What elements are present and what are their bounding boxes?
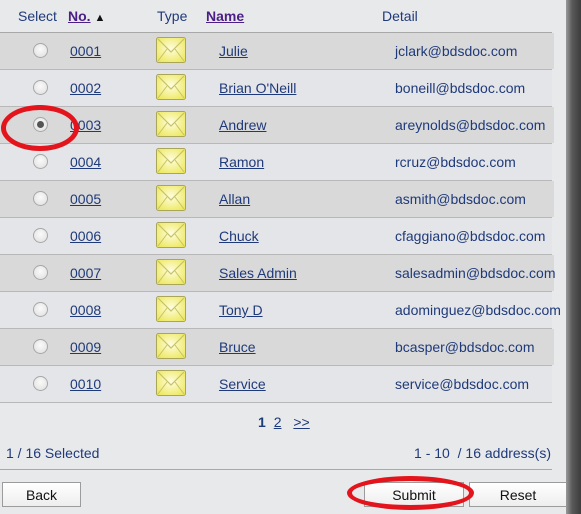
- row-shade: [552, 33, 554, 69]
- envelope-icon: [156, 74, 186, 100]
- entry-number-link[interactable]: 0006: [70, 228, 101, 244]
- select-radio[interactable]: [33, 302, 48, 317]
- entry-number-link[interactable]: 0009: [70, 339, 101, 355]
- entry-email: service@bdsdoc.com: [395, 376, 530, 392]
- address-list-panel: Select No. ▲ Type Name Detail 0001 Julie j…: [0, 0, 567, 514]
- select-radio[interactable]: [33, 43, 48, 58]
- envelope-icon: [156, 259, 186, 285]
- entry-email: salesadmin@bdsdoc.com: [395, 265, 556, 281]
- select-radio[interactable]: [33, 117, 48, 132]
- footer-divider: [0, 469, 552, 470]
- entry-number-link[interactable]: 0010: [70, 376, 101, 392]
- entry-name-link[interactable]: Tony D: [219, 302, 263, 318]
- entry-number-link[interactable]: 0005: [70, 191, 101, 207]
- select-radio[interactable]: [33, 191, 48, 206]
- entry-email: asmith@bdsdoc.com: [395, 191, 526, 207]
- select-radio[interactable]: [33, 80, 48, 95]
- sort-link-no[interactable]: No.: [68, 8, 91, 24]
- entry-email: rcruz@bdsdoc.com: [395, 154, 516, 170]
- entry-email: cfaggiano@bdsdoc.com: [395, 228, 546, 244]
- selected-count: 1 / 16 Selected: [6, 445, 100, 461]
- column-header-select: Select: [18, 8, 57, 24]
- select-radio[interactable]: [33, 376, 48, 391]
- entry-name-link[interactable]: Ramon: [219, 154, 264, 170]
- column-header-no[interactable]: No. ▲: [68, 8, 105, 24]
- select-radio[interactable]: [33, 154, 48, 169]
- table-row[interactable]: 0001 Julie jclark@bdsdoc.com: [0, 33, 554, 70]
- table-row[interactable]: 0010 Service service@bdsdoc.com: [0, 366, 552, 403]
- table-row[interactable]: 0005 Allan asmith@bdsdoc.com: [0, 181, 554, 218]
- entry-name-link[interactable]: Chuck: [219, 228, 259, 244]
- entry-name-link[interactable]: Julie: [219, 43, 248, 59]
- select-radio[interactable]: [33, 228, 48, 243]
- entry-name-link[interactable]: Sales Admin: [219, 265, 297, 281]
- envelope-icon: [156, 222, 186, 248]
- row-shade: [552, 107, 554, 143]
- back-button[interactable]: Back: [2, 482, 81, 507]
- entry-email: bcasper@bdsdoc.com: [395, 339, 535, 355]
- submit-button[interactable]: Submit: [364, 482, 464, 507]
- entry-name-link[interactable]: Allan: [219, 191, 250, 207]
- entry-number-link[interactable]: 0008: [70, 302, 101, 318]
- column-header-type: Type: [157, 8, 188, 24]
- select-radio[interactable]: [33, 339, 48, 354]
- next-page-link[interactable]: >>: [293, 414, 309, 430]
- address-table-body: 0001 Julie jclark@bdsdoc.com 0002 Brian O'Ne…: [0, 33, 561, 403]
- entry-name-link[interactable]: Andrew: [219, 117, 266, 133]
- table-row[interactable]: 0009 Bruce bcasper@bdsdoc.com: [0, 329, 554, 366]
- entry-number-link[interactable]: 0007: [70, 265, 101, 281]
- table-row[interactable]: 0008 Tony D adominguez@bdsdoc.com: [0, 292, 561, 329]
- table-row[interactable]: 0002 Brian O'Neill boneill@bdsdoc.com: [0, 70, 552, 107]
- entry-name-link[interactable]: Brian O'Neill: [219, 80, 296, 96]
- entry-email: jclark@bdsdoc.com: [395, 43, 518, 59]
- envelope-icon: [156, 185, 186, 211]
- envelope-icon: [156, 148, 186, 174]
- envelope-icon: [156, 37, 186, 63]
- entry-number-link[interactable]: 0003: [70, 117, 101, 133]
- table-row[interactable]: 0006 Chuck cfaggiano@bdsdoc.com: [0, 218, 552, 255]
- entry-email: adominguez@bdsdoc.com: [395, 302, 561, 318]
- select-radio[interactable]: [33, 265, 48, 280]
- column-header-detail: Detail: [382, 8, 418, 24]
- table-header: Select No. ▲ Type Name Detail: [0, 0, 566, 32]
- envelope-icon: [156, 296, 186, 322]
- page-current: 1: [258, 414, 266, 430]
- row-shade: [552, 329, 554, 365]
- pagination: 1 2 >>: [258, 414, 310, 430]
- envelope-icon: [156, 370, 186, 396]
- table-row[interactable]: 0003 Andrew areynolds@bdsdoc.com: [0, 107, 554, 144]
- page-link-2[interactable]: 2: [274, 414, 282, 430]
- entry-name-link[interactable]: Service: [219, 376, 266, 392]
- entry-number-link[interactable]: 0001: [70, 43, 101, 59]
- sort-ascending-icon: ▲: [94, 12, 106, 24]
- envelope-icon: [156, 111, 186, 137]
- entry-email: boneill@bdsdoc.com: [395, 80, 526, 96]
- entry-number-link[interactable]: 0002: [70, 80, 101, 96]
- window-edge-scrollbar: [566, 0, 581, 514]
- table-row[interactable]: 0007 Sales Admin salesadmin@bdsdoc.com: [0, 255, 556, 292]
- entry-email: areynolds@bdsdoc.com: [395, 117, 546, 133]
- table-row[interactable]: 0004 Ramon rcruz@bdsdoc.com: [0, 144, 552, 181]
- address-range: 1 - 10 / 16 address(s): [414, 445, 551, 461]
- entry-name-link[interactable]: Bruce: [219, 339, 256, 355]
- row-shade: [552, 181, 554, 217]
- envelope-icon: [156, 333, 186, 359]
- sort-link-name[interactable]: Name: [206, 8, 244, 24]
- entry-number-link[interactable]: 0004: [70, 154, 101, 170]
- reset-button[interactable]: Reset: [469, 482, 567, 507]
